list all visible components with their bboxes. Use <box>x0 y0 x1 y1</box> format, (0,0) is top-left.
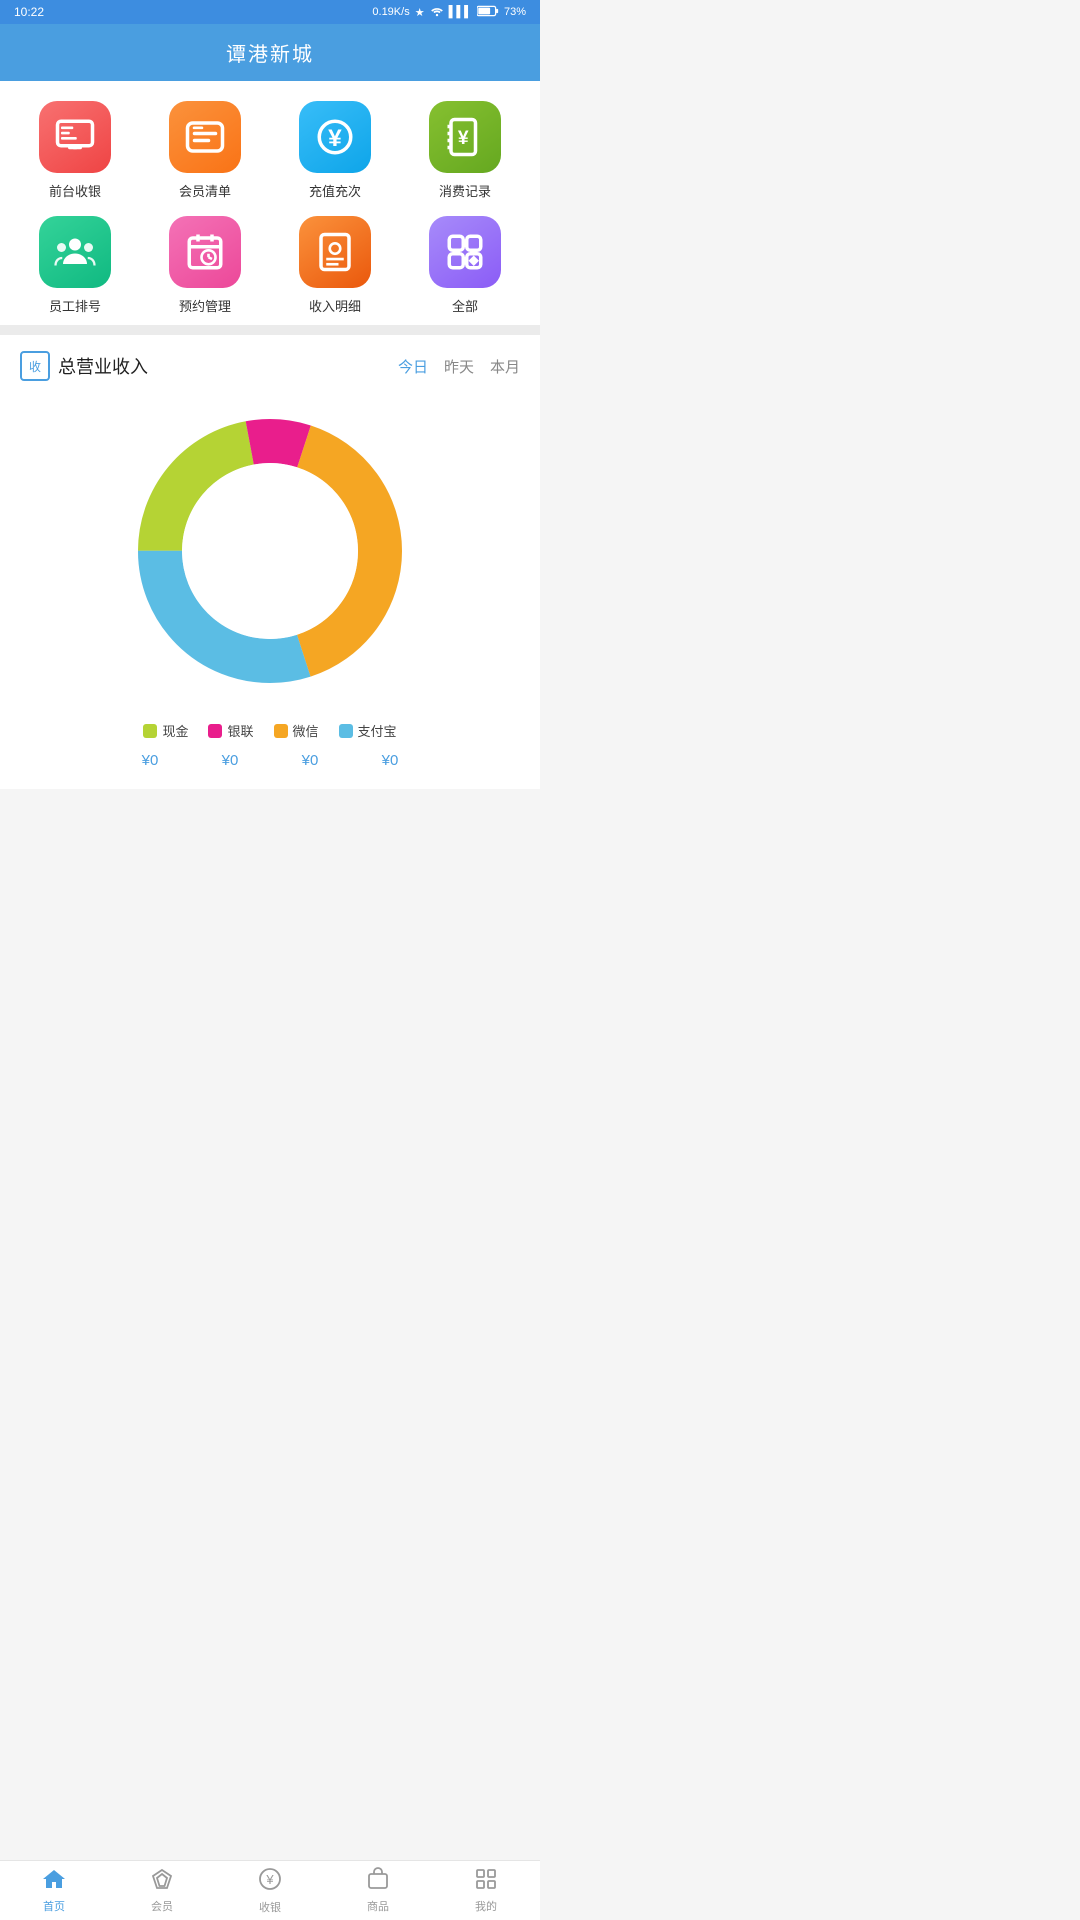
nav-label-member: 会员 <box>151 1898 173 1914</box>
value-wechat: ¥0 <box>280 752 340 769</box>
nav-mine[interactable]: 我的 <box>432 1867 540 1914</box>
menu-label-member-list: 会员清单 <box>179 181 231 200</box>
menu-item-all[interactable]: 全部 <box>400 216 530 315</box>
monitor-icon <box>54 116 96 158</box>
menu-item-staff[interactable]: 员工排号 <box>10 216 140 315</box>
menu-label-appointment: 预约管理 <box>179 296 231 315</box>
tab-yesterday[interactable]: 昨天 <box>444 356 474 377</box>
value-cash: ¥0 <box>120 752 180 769</box>
status-time: 10:22 <box>14 5 44 19</box>
receipt-icon <box>314 231 356 273</box>
income-icon-bg <box>299 216 371 288</box>
menu-item-member-list[interactable]: 会员清单 <box>140 101 270 200</box>
svg-text:¥: ¥ <box>265 1872 274 1887</box>
menu-item-consumption[interactable]: ¥ 消费记录 <box>400 101 530 200</box>
nav-label-mine: 我的 <box>475 1898 497 1914</box>
staff-icon-bg <box>39 216 111 288</box>
nav-label-cashier: 收银 <box>259 1899 281 1915</box>
group-icon <box>54 231 96 273</box>
legend-dot-alipay <box>339 724 353 738</box>
menu-label-consumption: 消费记录 <box>439 181 491 200</box>
home-icon <box>41 1867 67 1895</box>
status-right: 0.19K/s ★ ▌▌▌ 73% <box>372 5 526 20</box>
legend-dot-cash <box>143 724 157 738</box>
calendar-clock-icon <box>184 231 226 273</box>
donut-chart <box>110 401 430 701</box>
legend-alipay: 支付宝 <box>339 721 397 740</box>
menu-item-appointment[interactable]: 预约管理 <box>140 216 270 315</box>
nav-products[interactable]: 商品 <box>324 1867 432 1914</box>
menu-label-income: 收入明细 <box>309 296 361 315</box>
yen-circle-nav-icon: ¥ <box>257 1866 283 1896</box>
cashier-icon-bg <box>39 101 111 173</box>
value-unionpay: ¥0 <box>200 752 260 769</box>
app-title: 谭港新城 <box>226 44 314 66</box>
revenue-header: 收 总营业收入 今日 昨天 本月 <box>20 351 520 381</box>
revenue-values: ¥0 ¥0 ¥0 ¥0 <box>20 752 520 769</box>
all-icon-bg <box>429 216 501 288</box>
legend-dot-unionpay <box>208 724 222 738</box>
battery-icon <box>477 5 499 20</box>
revenue-icon: 收 <box>20 351 50 381</box>
tab-today[interactable]: 今日 <box>398 356 428 377</box>
nav-cashier[interactable]: ¥ 收银 <box>216 1866 324 1915</box>
nav-label-home: 首页 <box>43 1898 65 1914</box>
svg-text:¥: ¥ <box>458 128 469 149</box>
bottom-nav: 首页 会员 ¥ 收银 商品 <box>0 1860 540 1920</box>
revenue-title-group: 收 总营业收入 <box>20 351 148 381</box>
nav-member[interactable]: 会员 <box>108 1867 216 1914</box>
chart-legend: 现金 银联 微信 支付宝 <box>20 721 520 740</box>
shop-icon <box>366 1867 390 1895</box>
card-list-icon <box>184 116 226 158</box>
yen-circle-icon: ¥ <box>314 116 356 158</box>
grid-nav-icon <box>474 1867 498 1895</box>
notebook-yen-icon: ¥ <box>444 116 486 158</box>
legend-wechat: 微信 <box>274 721 319 740</box>
value-alipay: ¥0 <box>360 752 420 769</box>
svg-text:¥: ¥ <box>328 125 342 152</box>
consumption-icon-bg: ¥ <box>429 101 501 173</box>
menu-label-all: 全部 <box>452 296 478 315</box>
menu-item-cashier[interactable]: 前台收银 <box>10 101 140 200</box>
tab-month[interactable]: 本月 <box>490 356 520 377</box>
appointment-icon-bg <box>169 216 241 288</box>
nav-label-products: 商品 <box>367 1898 389 1914</box>
menu-label-cashier: 前台收银 <box>49 181 101 200</box>
status-bar: 10:22 0.19K/s ★ ▌▌▌ 73% <box>0 0 540 24</box>
revenue-title: 总营业收入 <box>58 353 148 379</box>
menu-item-recharge[interactable]: ¥ 充值充次 <box>270 101 400 200</box>
signal-icon: ▌▌▌ <box>449 6 472 18</box>
diamond-icon <box>150 1867 174 1895</box>
legend-cash: 现金 <box>143 721 188 740</box>
member-list-icon-bg <box>169 101 241 173</box>
battery-percent: 73% <box>504 6 526 18</box>
recharge-icon-bg: ¥ <box>299 101 371 173</box>
chart-container <box>20 401 520 701</box>
grid-diamond-icon <box>444 231 486 273</box>
app-header: 谭港新城 <box>0 24 540 81</box>
revenue-tabs: 今日 昨天 本月 <box>398 356 520 377</box>
nav-home[interactable]: 首页 <box>0 1867 108 1914</box>
wifi-icon <box>430 5 444 20</box>
revenue-section: 收 总营业收入 今日 昨天 本月 <box>0 335 540 789</box>
menu-label-recharge: 充值充次 <box>309 181 361 200</box>
section-divider <box>0 325 540 335</box>
legend-dot-wechat <box>274 724 288 738</box>
network-speed: 0.19K/s <box>372 6 409 18</box>
menu-item-income[interactable]: 收入明细 <box>270 216 400 315</box>
legend-unionpay: 银联 <box>208 721 253 740</box>
menu-grid: 前台收银 会员清单 ¥ 充值充次 <box>0 81 540 325</box>
bluetooth-icon: ★ <box>415 6 425 19</box>
menu-label-staff: 员工排号 <box>49 296 101 315</box>
